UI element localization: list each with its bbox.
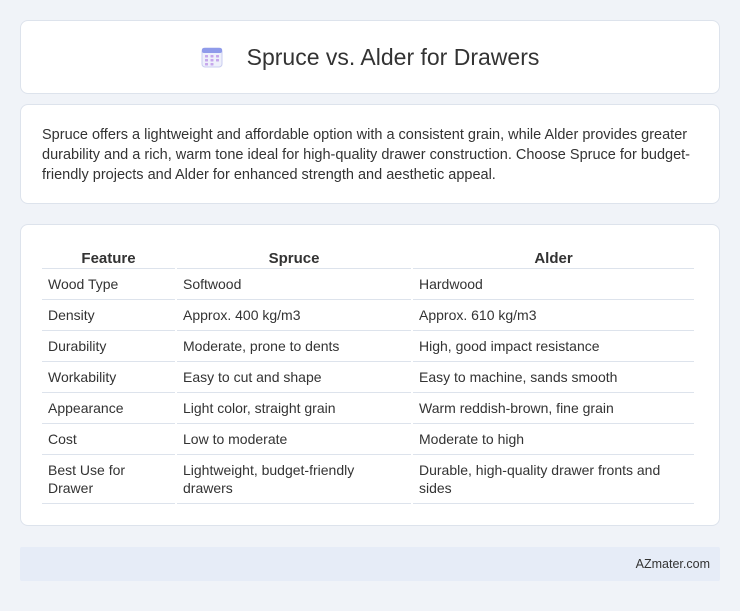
table-cell: Workability [42, 362, 175, 393]
table-cell: Light color, straight grain [177, 393, 411, 424]
footer: AZmater.com [20, 547, 720, 581]
table-row: Best Use for Drawer Lightweight, budget-… [42, 455, 694, 504]
table-cell: Moderate to high [413, 424, 694, 455]
header-alder: Alder [413, 245, 694, 269]
table-cell: Appearance [42, 393, 175, 424]
header-spruce: Spruce [177, 245, 411, 269]
table-cell: Approx. 610 kg/m3 [413, 300, 694, 331]
page-title: Spruce vs. Alder for Drawers [246, 43, 540, 70]
table-cell: Easy to machine, sands smooth [413, 362, 694, 393]
table-cell: Durable, high-quality drawer fronts and … [413, 455, 694, 504]
header-feature: Feature [42, 245, 175, 269]
summary-text: Spruce offers a lightweight and affordab… [42, 127, 691, 183]
summary-card: Spruce offers a lightweight and affordab… [20, 104, 720, 204]
table-row: Workability Easy to cut and shape Easy t… [42, 362, 694, 393]
comparison-table: Feature Spruce Alder Wood Type Softwood … [40, 245, 696, 504]
table-cell: Easy to cut and shape [177, 362, 411, 393]
table-row: Cost Low to moderate Moderate to high [42, 424, 694, 455]
table-cell: Softwood [177, 269, 411, 300]
table-cell: Approx. 400 kg/m3 [177, 300, 411, 331]
table-cell: Wood Type [42, 269, 175, 300]
table-cell: Best Use for Drawer [42, 455, 175, 504]
title-card: Spruce vs. Alder for Drawers [20, 20, 720, 94]
table-cell: Lightweight, budget-friendly drawers [177, 455, 411, 504]
table-row: Density Approx. 400 kg/m3 Approx. 610 kg… [42, 300, 694, 331]
table-cell: Low to moderate [177, 424, 411, 455]
table-cell: Density [42, 300, 175, 331]
table-header-row: Feature Spruce Alder [42, 245, 694, 269]
calendar-icon [201, 47, 223, 68]
table-cell: Hardwood [413, 269, 694, 300]
table-row: Appearance Light color, straight grain W… [42, 393, 694, 424]
table-cell: Durability [42, 331, 175, 362]
table-row: Wood Type Softwood Hardwood [42, 269, 694, 300]
table-row: Durability Moderate, prone to dents High… [42, 331, 694, 362]
table-cell: Cost [42, 424, 175, 455]
table-cell: Warm reddish-brown, fine grain [413, 393, 694, 424]
footer-brand: AZmater.com [635, 557, 710, 571]
table-cell: High, good impact resistance [413, 331, 694, 362]
table-cell: Moderate, prone to dents [177, 331, 411, 362]
comparison-table-card: Feature Spruce Alder Wood Type Softwood … [20, 224, 720, 526]
